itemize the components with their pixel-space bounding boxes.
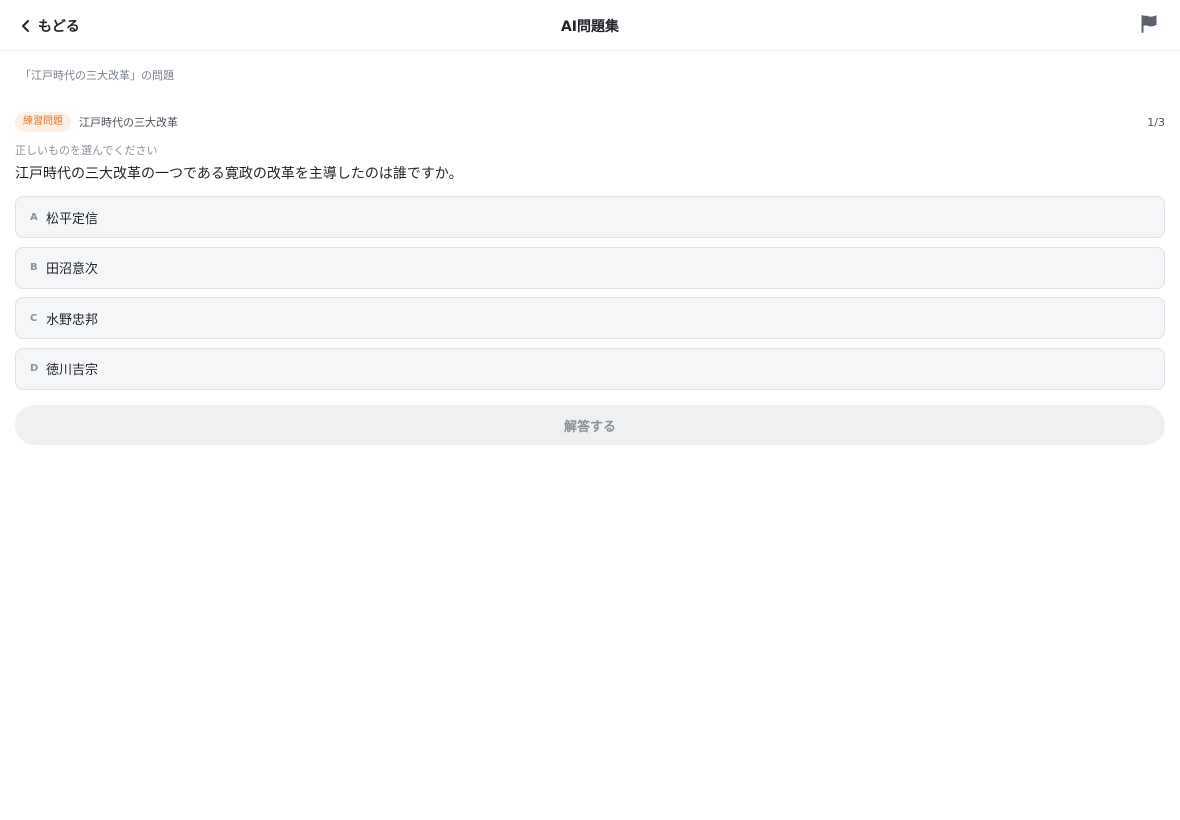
flag-button[interactable] <box>1138 14 1160 36</box>
back-button-label: もどる <box>38 19 80 35</box>
option-letter: D <box>30 363 39 374</box>
option-letter: C <box>30 312 38 324</box>
option-text: 田沼意次 <box>46 262 99 277</box>
progress-count: 1/3 <box>1147 115 1165 129</box>
page-title: AI問題集 <box>560 19 620 35</box>
answer-options: A 松平定信 B 田沼意次 C 水野忠邦 D 徳川吉宗 <box>15 196 1165 398</box>
question-instruction: 正しいものを選んでください <box>15 144 158 157</box>
chevron-left-icon <box>20 19 32 33</box>
option-d[interactable]: D 徳川吉宗 <box>15 347 1165 390</box>
flag-icon <box>1140 14 1158 37</box>
option-text: 徳川吉宗 <box>46 363 99 378</box>
back-button[interactable]: もどる <box>16 13 84 39</box>
question-meta: 練習問題 江戸時代の三大改革 1/3 <box>15 110 1165 134</box>
question-text: 江戸時代の三大改革の一つである寛政の改革を主導したのは誰ですか。 <box>15 166 463 182</box>
breadcrumb: 「江戸時代の三大改革」の問題 <box>20 69 174 82</box>
question-type-badge: 練習問題 <box>15 112 71 132</box>
option-letter: A <box>30 211 38 223</box>
quiz-page: もどる AI問題集 「江戸時代の三大改革」の問題 練習問題 江戸時代の三大改革 … <box>0 0 1180 820</box>
option-text: 松平定信 <box>46 211 99 227</box>
option-b[interactable]: B 田沼意次 <box>15 246 1165 289</box>
option-letter: B <box>30 262 38 273</box>
submit-answer-button[interactable]: 解答する <box>15 405 1165 445</box>
option-text: 水野忠邦 <box>46 312 99 328</box>
option-a[interactable]: A 松平定信 <box>15 196 1165 238</box>
option-c[interactable]: C 水野忠邦 <box>15 297 1165 339</box>
topic-label: 江戸時代の三大改革 <box>79 116 178 129</box>
app-header: もどる AI問題集 <box>0 0 1180 51</box>
